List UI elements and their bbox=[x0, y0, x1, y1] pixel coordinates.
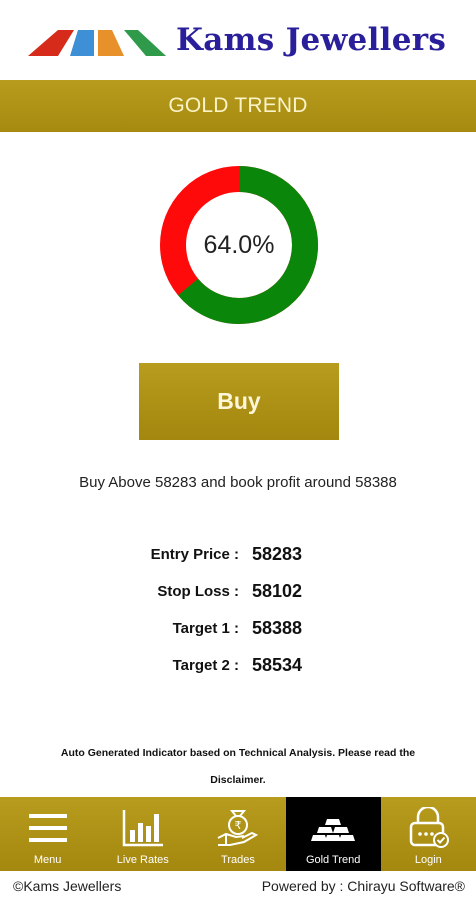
footer: ©Kams Jewellers Powered by : Chirayu Sof… bbox=[0, 871, 476, 900]
disclaimer-text: Auto Generated Indicator based on Techni… bbox=[60, 747, 416, 786]
nav-label-trades: Trades bbox=[221, 854, 255, 866]
title-bar: GOLD TREND bbox=[0, 80, 476, 132]
nav-label-menu: Menu bbox=[33, 854, 62, 866]
level-row-target-2: Target 2 : 58534 bbox=[0, 655, 476, 694]
bar-chart-icon bbox=[121, 806, 165, 850]
nav-item-trades[interactable]: ₹ Trades bbox=[190, 797, 285, 871]
footer-powered-by[interactable]: Powered by : Chirayu Software® bbox=[262, 878, 465, 894]
level-row-stop-loss: Stop Loss : 58102 bbox=[0, 581, 476, 620]
price-levels: Entry Price : 58283 Stop Loss : 58102 Ta… bbox=[0, 544, 476, 694]
svg-text:₹: ₹ bbox=[234, 819, 241, 832]
trade-advice: Buy Above 58283 and book profit around 5… bbox=[79, 474, 397, 491]
buy-button[interactable]: Buy bbox=[139, 363, 339, 440]
entry-price-label: Entry Price : bbox=[150, 546, 239, 563]
nav-label-live-rates: Live Rates bbox=[116, 854, 169, 866]
nav-label-gold-trend: Gold Trend bbox=[305, 854, 361, 866]
target-2-value: 58534 bbox=[252, 655, 303, 675]
stop-loss-label: Stop Loss : bbox=[157, 583, 239, 600]
nav-item-gold-trend[interactable]: Gold Trend bbox=[285, 797, 381, 871]
footer-copyright: ©Kams Jewellers bbox=[13, 878, 122, 894]
brand-name: Kams Jewellers bbox=[176, 22, 447, 58]
page-title: GOLD TREND bbox=[168, 94, 308, 117]
nav-label-login: Login bbox=[414, 854, 442, 866]
level-row-target-1: Target 1 : 58388 bbox=[0, 618, 476, 657]
rupee-hand-icon: ₹ bbox=[216, 806, 260, 850]
nav-item-login[interactable]: Login bbox=[381, 797, 476, 871]
hamburger-menu-icon bbox=[27, 806, 69, 850]
entry-price-value: 58283 bbox=[252, 544, 303, 564]
app-header: Kams Jewellers bbox=[0, 0, 476, 80]
brand-logo-icon bbox=[28, 30, 166, 56]
nav-item-live-rates[interactable]: Live Rates bbox=[95, 797, 190, 871]
bottom-nav: Menu Live Rates ₹ Trades Gold Trend Logi… bbox=[0, 797, 476, 871]
stop-loss-value: 58102 bbox=[252, 581, 303, 601]
gold-bars-icon bbox=[311, 806, 356, 850]
gauge-percent: 64.0% bbox=[203, 230, 275, 259]
target-2-label: Target 2 : bbox=[172, 657, 239, 674]
lock-icon bbox=[406, 806, 450, 850]
target-1-value: 58388 bbox=[252, 618, 303, 638]
target-1-label: Target 1 : bbox=[172, 620, 239, 637]
trend-gauge: 64.0% bbox=[160, 166, 318, 324]
nav-item-menu[interactable]: Menu bbox=[0, 797, 95, 871]
level-row-entry: Entry Price : 58283 bbox=[0, 544, 476, 583]
